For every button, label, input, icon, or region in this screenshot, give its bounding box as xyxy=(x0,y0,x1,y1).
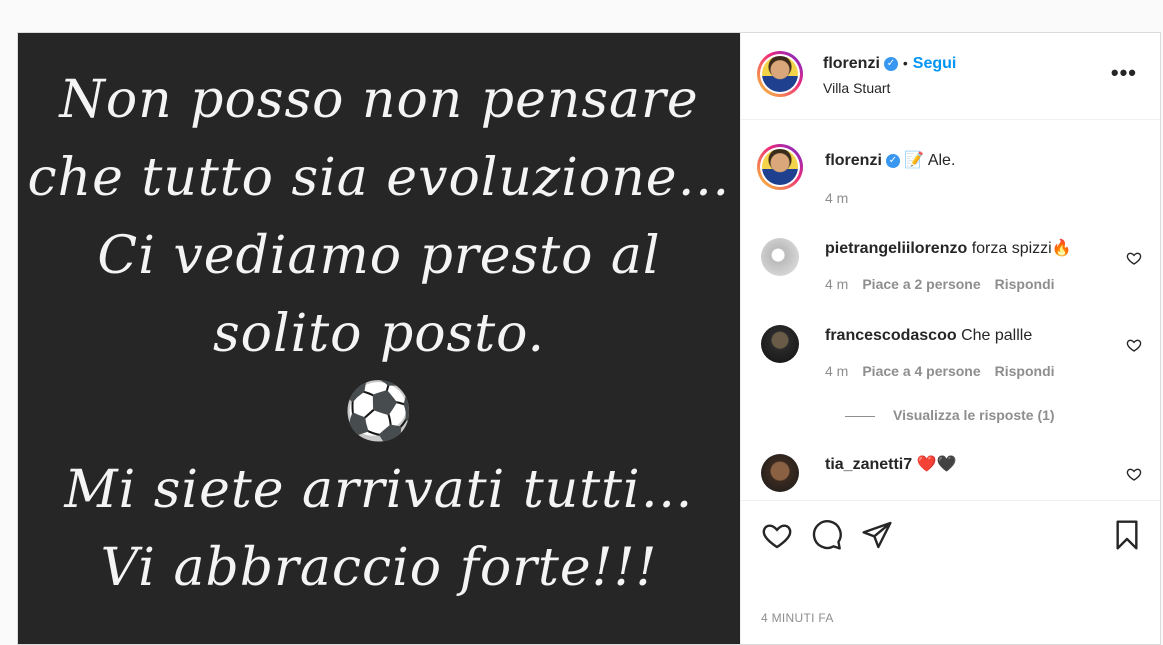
caption-username[interactable]: florenzi xyxy=(825,152,882,169)
heart-icon[interactable] xyxy=(761,519,793,551)
image-text-line: Vi abbraccio forte!!! xyxy=(100,538,658,598)
verified-badge-icon: ✓ xyxy=(883,56,898,71)
image-text-line: solito posto. xyxy=(212,304,546,364)
caption-text: 📝 Ale. xyxy=(904,152,956,169)
verified-badge-icon: ✓ xyxy=(885,153,900,168)
image-text-line: Non posso non pensare xyxy=(59,70,699,130)
comment-like-heart-icon[interactable] xyxy=(1126,337,1142,353)
comment-text: ❤️🖤 xyxy=(916,456,957,473)
comment-username[interactable]: pietrangeliilorenzo xyxy=(825,240,967,257)
comment-like-heart-icon[interactable] xyxy=(1126,466,1142,482)
comment-likes-link[interactable]: Piace a 2 persone xyxy=(862,276,980,292)
comment-username[interactable]: tia_zanetti7 xyxy=(825,456,912,473)
more-options-icon[interactable]: ••• xyxy=(1111,62,1137,84)
caption-avatar[interactable] xyxy=(757,144,803,190)
comment-time: 4 m xyxy=(825,276,849,292)
view-replies-button[interactable]: Visualizza le risposte (1) xyxy=(845,407,1055,423)
post-card: Non posso non pensare che tutto sia evol… xyxy=(17,32,1161,645)
comment-like-heart-icon[interactable] xyxy=(1126,250,1142,266)
comment-likes-link[interactable]: Piace a 4 persone xyxy=(862,363,980,379)
bookmark-icon[interactable] xyxy=(1111,519,1143,551)
commenter-avatar[interactable] xyxy=(761,325,799,363)
caption-time: 4 m xyxy=(825,190,849,206)
view-replies-label: Visualizza le risposte (1) xyxy=(893,407,1055,423)
comment-text: Che pallle xyxy=(961,327,1033,344)
comment-icon[interactable] xyxy=(811,519,843,551)
author-avatar[interactable] xyxy=(757,51,803,97)
post-side-panel: florenzi ✓ • Segui Villa Stuart ••• florenz… xyxy=(740,33,1160,644)
commenter-avatar[interactable] xyxy=(761,454,799,492)
comment-time: 4 m xyxy=(825,363,849,379)
comment-text: forza spizzi🔥 xyxy=(971,240,1072,257)
post-image-text: Non posso non pensare che tutto sia evol… xyxy=(18,61,740,607)
post-image[interactable]: Non posso non pensare che tutto sia evol… xyxy=(18,33,740,644)
post-time-ago[interactable]: 4 MINUTI FA xyxy=(761,611,834,625)
image-text-line: che tutto sia evoluzione… xyxy=(27,148,731,208)
commenter-avatar[interactable] xyxy=(761,238,799,276)
paper-plane-icon[interactable] xyxy=(861,519,893,551)
soccer-ball-emoji: ⚽ xyxy=(343,379,415,444)
comments-section[interactable]: florenzi ✓ 📝 Ale. 4 m pietrangeliilorenzo… xyxy=(741,120,1160,501)
image-text-line: Ci vediamo presto al xyxy=(97,226,661,286)
comment-username[interactable]: francescodascoo xyxy=(825,327,957,344)
author-username[interactable]: florenzi xyxy=(823,55,880,72)
post-location[interactable]: Villa Stuart xyxy=(823,80,890,96)
post-header: florenzi ✓ • Segui Villa Stuart ••• xyxy=(741,33,1160,120)
action-bar xyxy=(741,513,1160,559)
reply-button[interactable]: Rispondi xyxy=(995,276,1055,292)
separator-dot: • xyxy=(902,55,908,71)
follow-button[interactable]: Segui xyxy=(913,55,957,72)
reply-button[interactable]: Rispondi xyxy=(995,363,1055,379)
replies-divider-line xyxy=(845,415,875,417)
image-text-line: Mi siete arrivati tutti… xyxy=(64,460,694,520)
